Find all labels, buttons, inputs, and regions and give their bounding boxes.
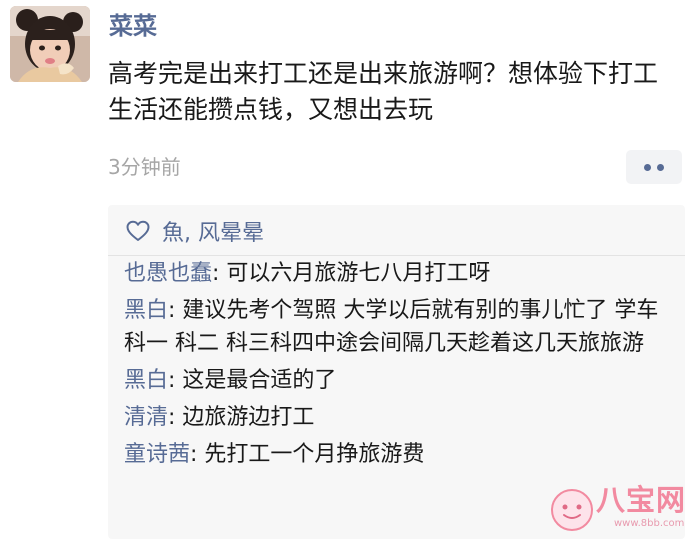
post-text: 高考完是出来打工还是出来旅游啊？想体验下打工生活还能攒点钱，又想出去玩 <box>108 59 659 124</box>
commenter-name[interactable]: 清清 <box>124 405 168 430</box>
comment-separator: : <box>212 261 227 286</box>
commenter-name[interactable]: 黑白 <box>124 368 168 393</box>
comment-text: 建议先考个驾照 大学以后就有别的事儿忙了 学车科一 科二 科三科四中途会间隔几天… <box>124 298 659 356</box>
comment-separator: : <box>190 442 205 467</box>
heart-outline-icon <box>126 220 150 241</box>
avatar[interactable] <box>10 6 90 82</box>
comment-item[interactable]: 黑白: 这是最合适的了 <box>124 364 679 397</box>
comment-item[interactable]: 清清: 边旅游边打工 <box>124 401 679 434</box>
likes-row: 魚, 风晕晕 <box>126 213 264 249</box>
comment-item[interactable]: 童诗茜: 先打工一个月挣旅游费 <box>124 438 679 471</box>
comment-separator: : <box>168 368 183 393</box>
more-actions-button[interactable] <box>626 150 682 184</box>
comment-separator: : <box>168 298 183 323</box>
more-dot-icon <box>644 163 651 171</box>
post-timestamp: 3分钟前 <box>108 155 181 179</box>
comment-separator: : <box>168 405 183 430</box>
likes-divider <box>108 255 685 256</box>
comment-item[interactable]: 黑白: 建议先考个驾照 大学以后就有别的事儿忙了 学车科一 科二 科三科四中途会… <box>124 294 679 360</box>
comment-item[interactable]: 也愚也蠢: 可以六月旅游七八月打工呀 <box>124 257 679 290</box>
liker-names[interactable]: 魚, 风晕晕 <box>162 215 264 247</box>
watermark-brand: 八宝网 <box>596 483 687 517</box>
commenter-name[interactable]: 童诗茜 <box>124 442 190 467</box>
comment-text: 边旅游边打工 <box>182 405 315 430</box>
site-watermark: 八宝网 www.8bb.com <box>550 480 685 538</box>
comment-text: 可以六月旅游七八月打工呀 <box>226 261 491 286</box>
comment-text: 先打工一个月挣旅游费 <box>204 442 425 467</box>
commenter-name[interactable]: 黑白 <box>124 298 168 323</box>
more-dot-icon <box>657 163 664 171</box>
mascot-face-icon <box>551 489 593 531</box>
comment-list: 也愚也蠢: 可以六月旅游七八月打工呀 黑白: 建议先考个驾照 大学以后就有别的事… <box>124 257 679 475</box>
post-author-name[interactable]: 菜菜 <box>109 9 157 43</box>
watermark-url: www.8bb.com <box>614 518 685 529</box>
commenter-name[interactable]: 也愚也蠢 <box>124 261 212 286</box>
comment-text: 这是最合适的了 <box>182 368 337 393</box>
